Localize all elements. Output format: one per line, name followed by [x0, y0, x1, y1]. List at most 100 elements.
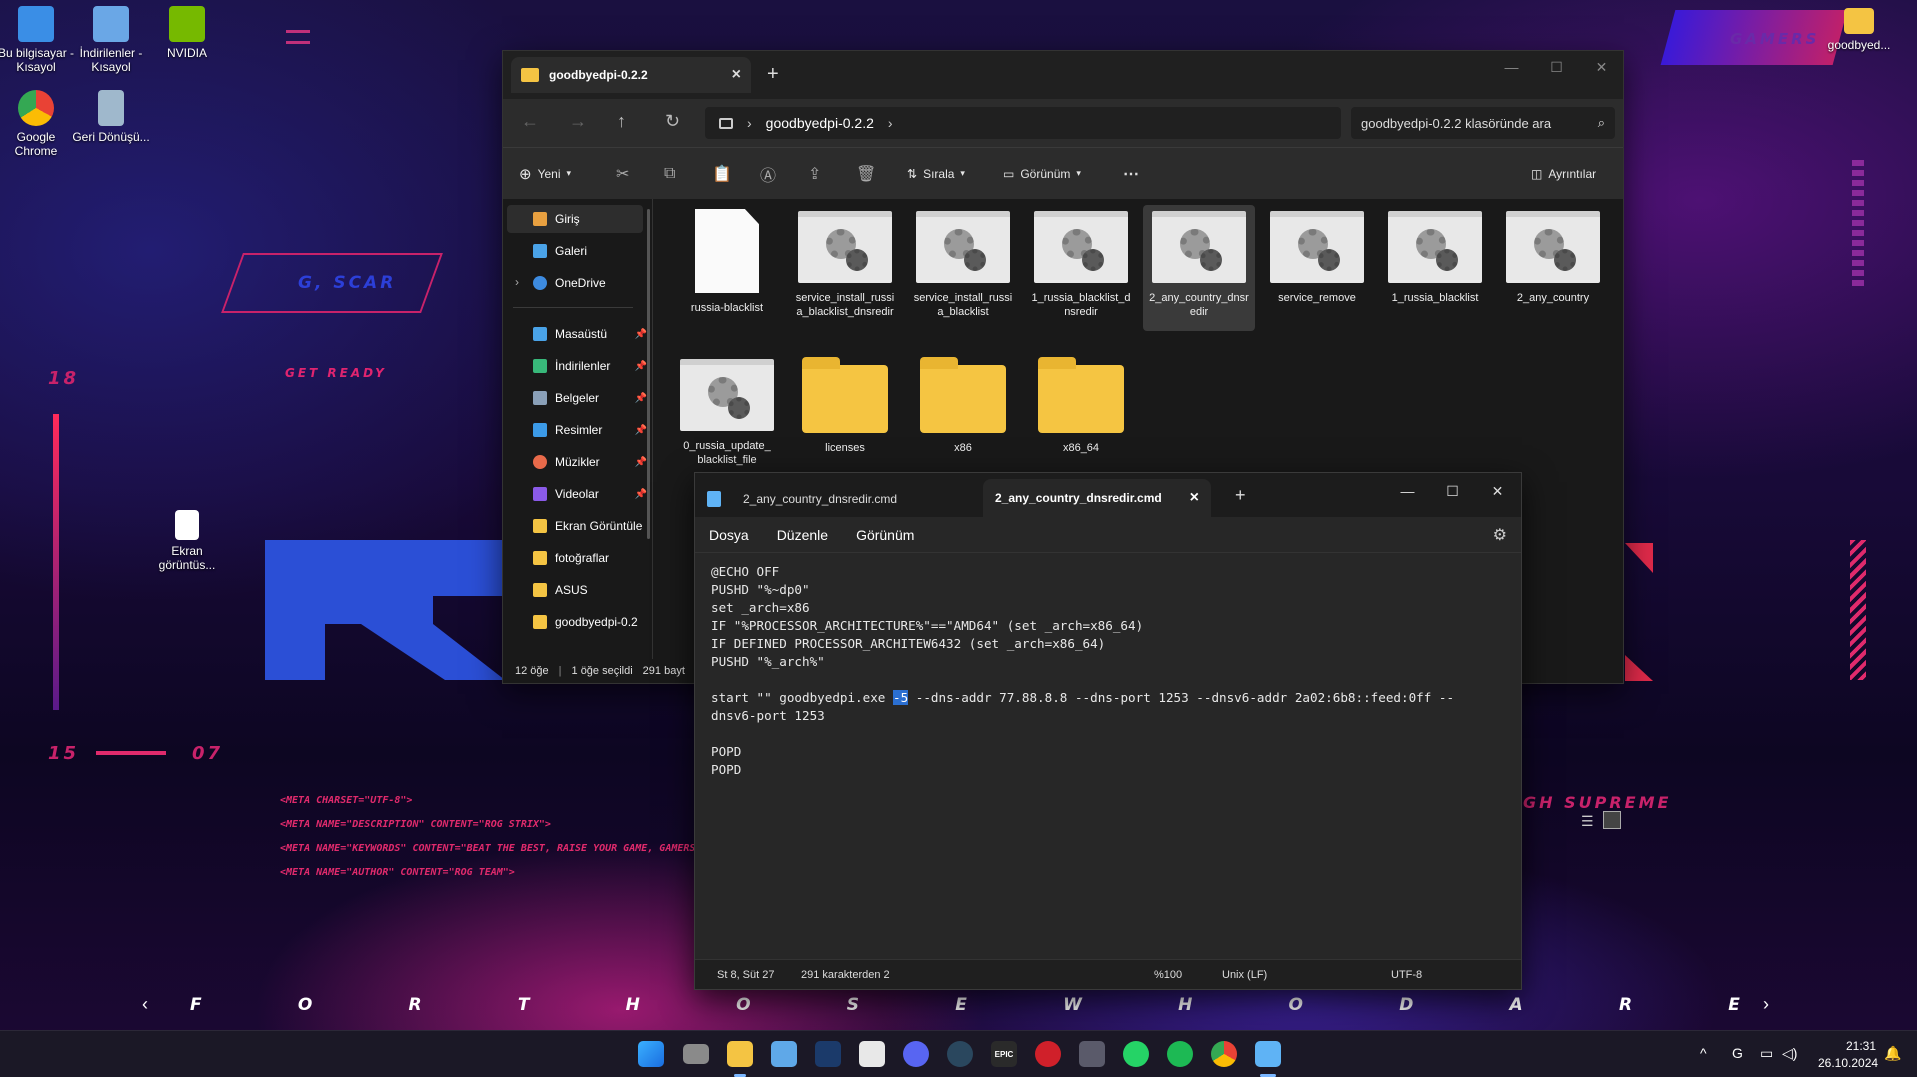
- clock-date[interactable]: 26.10.2024: [1818, 1056, 1878, 1070]
- minimize-button[interactable]: —: [1489, 51, 1534, 83]
- notepad-tab-inactive[interactable]: 2_any_country_dnsredir.cmd: [707, 481, 967, 517]
- close-button[interactable]: ✕: [1475, 475, 1520, 507]
- breadcrumb[interactable]: goodbyedpi-0.2.2: [766, 115, 874, 131]
- more-options-icon[interactable]: ⋯: [1123, 164, 1139, 184]
- rename-icon[interactable]: Ⓐ: [760, 162, 776, 186]
- notepad-tab-active[interactable]: 2_any_country_dnsredir.cmd ×: [983, 479, 1211, 517]
- share-icon[interactable]: ⇪: [808, 164, 821, 184]
- microsoft-store-icon[interactable]: [859, 1041, 885, 1067]
- folder-item[interactable]: x86: [907, 355, 1019, 455]
- file-item[interactable]: russia-blacklist: [671, 207, 783, 315]
- sidebar-item-screenshots[interactable]: Ekran Görüntüle: [533, 513, 647, 539]
- minimize-button[interactable]: —: [1385, 475, 1430, 507]
- menu-file[interactable]: Dosya: [709, 527, 749, 543]
- maximize-button[interactable]: ☐: [1534, 51, 1579, 83]
- new-tab-button[interactable]: +: [767, 63, 779, 86]
- desktop-icon-this-pc[interactable]: Bu bilgisayar - Kısayol: [0, 6, 75, 74]
- close-tab-icon[interactable]: ×: [1190, 489, 1199, 507]
- gear-file-icon: [680, 359, 774, 431]
- file-item[interactable]: 0_russia_update_blacklist_file: [671, 355, 783, 467]
- new-tab-button[interactable]: +: [1235, 485, 1246, 506]
- file-item[interactable]: 1_russia_blacklist: [1379, 207, 1491, 305]
- search-input[interactable]: goodbyedpi-0.2.2 klasöründe ara ⌕: [1351, 107, 1615, 139]
- paste-icon[interactable]: 📋: [712, 164, 732, 184]
- disney-plus-icon[interactable]: [815, 1041, 841, 1067]
- desktop-icon-recycle-bin[interactable]: Geri Dönüşü...: [72, 90, 150, 144]
- sidebar-item-desktop[interactable]: Masaüstü 📌: [533, 321, 647, 347]
- file-item[interactable]: 2_any_country: [1497, 207, 1609, 305]
- chevron-right-icon[interactable]: ›: [515, 275, 519, 289]
- list-view-icon[interactable]: ☰: [1581, 813, 1594, 830]
- new-button[interactable]: ⊕ Yeni ▾: [519, 165, 571, 183]
- up-arrow-icon[interactable]: ↑: [617, 111, 626, 132]
- sidebar-item-pictures[interactable]: Resimler 📌: [533, 417, 647, 443]
- desktop-icon-downloads[interactable]: İndirilenler - Kısayol: [72, 6, 150, 74]
- copy-icon[interactable]: ⧉: [664, 165, 675, 183]
- desktop-icon-screenshot[interactable]: Ekran görüntüs...: [148, 510, 226, 572]
- sidebar-item-documents[interactable]: Belgeler 📌: [533, 385, 647, 411]
- sidebar-item-photos[interactable]: fotoğraflar: [533, 545, 647, 571]
- back-arrow-icon[interactable]: ←: [521, 111, 539, 132]
- menu-edit[interactable]: Düzenle: [777, 527, 828, 543]
- sidebar-item-label: Videolar: [555, 487, 599, 501]
- chrome-icon[interactable]: [1211, 1041, 1237, 1067]
- sidebar-item-asus[interactable]: ASUS: [533, 577, 647, 603]
- status-divider: |: [558, 665, 562, 677]
- start-windows-icon[interactable]: [638, 1041, 664, 1067]
- maximize-button[interactable]: ☐: [1430, 475, 1475, 507]
- delete-icon[interactable]: 🗑: [856, 164, 876, 184]
- sidebar-item-videos[interactable]: Videolar 📌: [533, 481, 647, 507]
- language-icon[interactable]: G: [1732, 1045, 1743, 1061]
- address-bar[interactable]: › goodbyedpi-0.2.2 ›: [705, 107, 1341, 139]
- sidebar-scrollbar[interactable]: [647, 209, 650, 539]
- details-button[interactable]: ◫ Ayrıntılar: [1531, 167, 1596, 181]
- network-icon[interactable]: ▭: [1760, 1045, 1773, 1062]
- chevron-right-icon[interactable]: ›: [888, 115, 893, 131]
- file-item[interactable]: 1_russia_blacklist_dnsredir: [1025, 207, 1137, 319]
- sort-button[interactable]: ⇅ Sırala ▾: [907, 167, 965, 181]
- desktop-icon-chrome[interactable]: Google Chrome: [0, 90, 75, 158]
- clock-time[interactable]: 21:31: [1846, 1039, 1876, 1053]
- file-explorer-taskbar-icon[interactable]: [727, 1041, 753, 1067]
- sidebar-item-onedrive[interactable]: OneDrive: [533, 270, 647, 296]
- chevron-up-icon[interactable]: ^: [1700, 1045, 1707, 1061]
- settings-gear-icon[interactable]: ⚙: [1493, 525, 1507, 545]
- notepad-taskbar-icon[interactable]: [1255, 1041, 1281, 1067]
- task-view-icon[interactable]: [683, 1044, 709, 1064]
- file-item-selected[interactable]: 2_any_country_dnsredir: [1143, 205, 1255, 331]
- sidebar-item-gallery[interactable]: Galeri: [533, 238, 647, 264]
- tile-view-icon[interactable]: [1603, 811, 1621, 829]
- desktop-icon-nvidia[interactable]: NVIDIA: [148, 6, 226, 60]
- explorer-tab[interactable]: goodbyedpi-0.2.2 ×: [511, 57, 751, 93]
- whatsapp-icon[interactable]: [1123, 1041, 1149, 1067]
- sidebar-item-goodbyedpi[interactable]: goodbyedpi-0.2: [533, 609, 647, 635]
- notification-bell-icon[interactable]: 🔔: [1884, 1045, 1901, 1062]
- sidebar-item-home[interactable]: Giriş: [533, 206, 647, 232]
- chevron-down-icon: ▾: [1076, 168, 1081, 178]
- photos-icon[interactable]: [771, 1041, 797, 1067]
- close-button[interactable]: ✕: [1579, 51, 1624, 83]
- sidebar-item-music[interactable]: Müzikler 📌: [533, 449, 647, 475]
- forward-arrow-icon[interactable]: →: [569, 111, 587, 132]
- folder-item[interactable]: x86_64: [1025, 355, 1137, 455]
- folder-item[interactable]: licenses: [789, 355, 901, 455]
- desktop-icon-goodbyedpi[interactable]: goodbyed...: [1820, 8, 1898, 52]
- spotify-icon[interactable]: [1167, 1041, 1193, 1067]
- sidebar-item-downloads[interactable]: İndirilenler 📌: [533, 353, 647, 379]
- close-tab-icon[interactable]: ×: [732, 66, 741, 84]
- refresh-icon[interactable]: ↻: [665, 111, 680, 132]
- volume-icon[interactable]: ◁): [1782, 1045, 1797, 1062]
- rog-armoury-icon[interactable]: [1035, 1041, 1061, 1067]
- calculator-icon[interactable]: [1079, 1041, 1105, 1067]
- discord-icon[interactable]: [903, 1041, 929, 1067]
- char-count: 291 karakterden 2: [801, 969, 890, 981]
- file-item[interactable]: service_install_russia_blacklist: [907, 207, 1019, 319]
- file-item[interactable]: service_remove: [1261, 207, 1373, 305]
- file-item[interactable]: service_install_russia_blacklist_dnsredi…: [789, 207, 901, 319]
- notepad-text-area[interactable]: @ECHO OFF PUSHD "%~dp0" set _arch=x86 IF "%…: [711, 563, 1505, 779]
- cut-icon[interactable]: ✂: [616, 164, 629, 184]
- view-button[interactable]: ▭ Görünüm ▾: [1003, 167, 1081, 181]
- epic-games-icon[interactable]: EPIC: [991, 1041, 1017, 1067]
- menu-view[interactable]: Görünüm: [856, 527, 914, 543]
- steam-icon[interactable]: [947, 1041, 973, 1067]
